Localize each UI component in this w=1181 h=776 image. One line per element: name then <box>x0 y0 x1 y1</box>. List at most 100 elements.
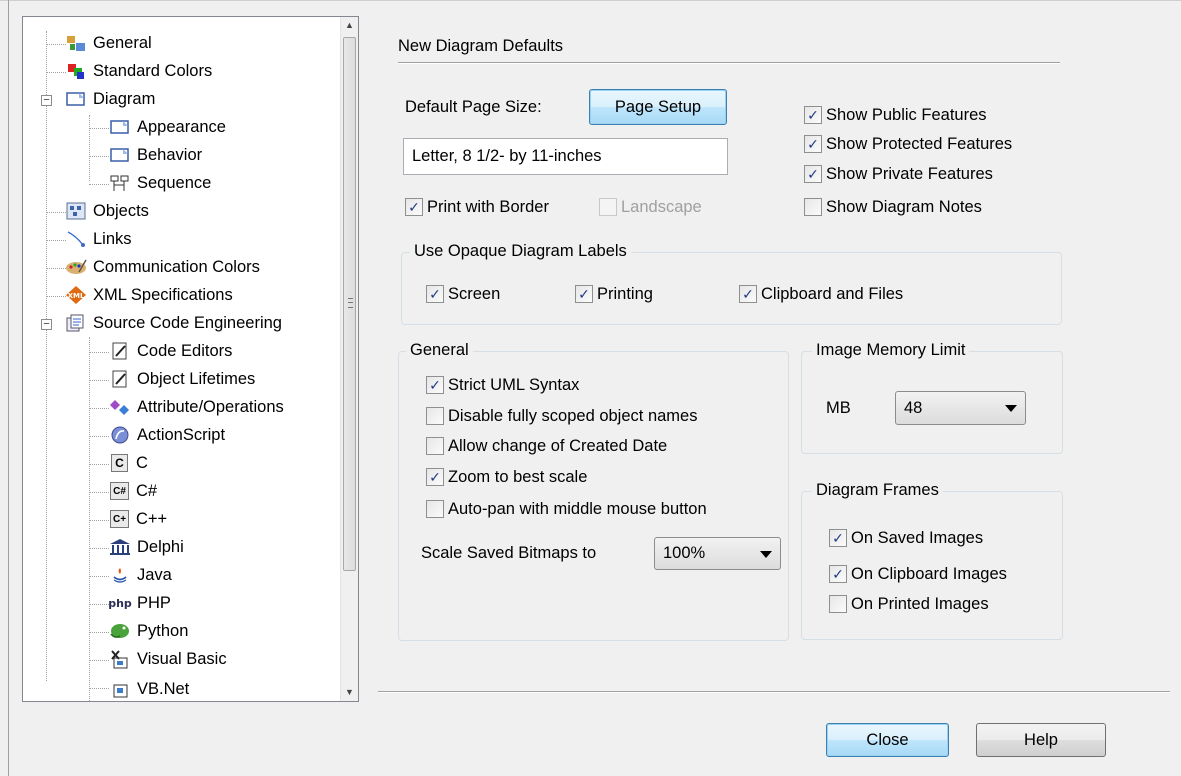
tree-item-label: Delphi <box>137 537 184 556</box>
show-protected-features-checkbox[interactable]: ✓ Show Protected Features <box>804 133 1012 155</box>
tree-item-behavior[interactable]: Behavior <box>109 143 202 167</box>
tree-item-vbnet[interactable]: VB.Net <box>109 677 189 701</box>
landscape-checkbox[interactable]: Landscape <box>599 196 702 218</box>
window-left-edge <box>8 0 9 776</box>
tree-connector-line <box>89 520 109 521</box>
tree-connector-line <box>46 296 66 297</box>
checkbox-box: ✓ <box>405 198 423 216</box>
tree-item-appearance[interactable]: Appearance <box>109 115 226 139</box>
tree-item-label: Python <box>137 621 189 640</box>
scroll-thumb[interactable] <box>343 37 356 571</box>
vbnet-icon <box>109 679 131 699</box>
disable-scoped-names-checkbox[interactable]: Disable fully scoped object names <box>426 405 697 427</box>
tree-item-label: Appearance <box>137 117 226 136</box>
tree-item-csharp[interactable]: C# C# <box>109 479 157 503</box>
frames-saved-checkbox[interactable]: ✓ On Saved Images <box>829 527 983 549</box>
tree-item-actionscript[interactable]: ActionScript <box>109 423 225 447</box>
zoom-best-scale-checkbox[interactable]: ✓ Zoom to best scale <box>426 466 587 488</box>
strict-uml-checkbox[interactable]: ✓ Strict UML Syntax <box>426 374 579 396</box>
tree-item-visual-basic[interactable]: Visual Basic <box>109 647 227 671</box>
collapse-source-code-toggle[interactable]: − <box>41 319 52 330</box>
collapse-diagram-toggle[interactable]: − <box>41 95 52 106</box>
page-size-label: Default Page Size: <box>405 98 542 116</box>
colors-icon <box>65 61 87 81</box>
tree-item-label: C <box>136 453 148 472</box>
tree-item-communication-colors[interactable]: Communication Colors <box>65 255 260 279</box>
tree-item-links[interactable]: Links <box>65 227 132 251</box>
tree-connector-line <box>89 184 109 185</box>
checkbox-label: Disable fully scoped object names <box>448 406 698 425</box>
checkbox-box: ✓ <box>829 565 847 583</box>
opaque-printing-checkbox[interactable]: ✓ Printing <box>575 283 653 305</box>
allow-created-date-checkbox[interactable]: Allow change of Created Date <box>426 435 667 457</box>
links-icon <box>65 229 87 249</box>
scroll-up-arrow-icon[interactable]: ▲ <box>341 17 358 34</box>
python-icon <box>109 621 131 641</box>
checkbox-box: ✓ <box>426 285 444 303</box>
source-code-icon <box>65 313 87 333</box>
tree-item-sequence[interactable]: Sequence <box>109 171 211 195</box>
checkbox-box: ✓ <box>804 135 822 153</box>
tree-item-python[interactable]: Python <box>109 619 188 643</box>
frames-printed-checkbox[interactable]: On Printed Images <box>829 593 989 615</box>
check-mark-icon: ✓ <box>832 530 844 546</box>
tree-item-cpp[interactable]: C+ C++ <box>109 507 167 531</box>
tree-item-c[interactable]: C C <box>109 451 148 475</box>
opaque-clipboard-checkbox[interactable]: ✓ Clipboard and Files <box>739 283 903 305</box>
tree-connector-line <box>89 156 109 157</box>
options-tree[interactable]: General Standard Colors − Diagram Appear… <box>22 16 359 702</box>
scale-bitmaps-select[interactable]: 100% <box>654 537 781 570</box>
show-public-features-checkbox[interactable]: ✓ Show Public Features <box>804 104 987 126</box>
tree-item-diagram[interactable]: Diagram <box>65 87 155 111</box>
select-value: 48 <box>904 398 923 417</box>
tree-item-label: Objects <box>93 201 149 220</box>
scroll-down-arrow-icon[interactable]: ▼ <box>341 684 358 701</box>
tree-connector-line <box>89 352 109 353</box>
print-with-border-checkbox[interactable]: ✓ Print with Border <box>405 196 549 218</box>
page-setup-button[interactable]: Page Setup <box>589 89 727 125</box>
tree-item-label: Sequence <box>137 173 212 192</box>
checkbox-label: Auto-pan with middle mouse button <box>448 499 707 518</box>
tree-item-delphi[interactable]: Delphi <box>109 535 184 559</box>
window-top-edge <box>0 0 1181 1</box>
tree-item-php[interactable]: php PHP <box>108 591 171 615</box>
help-button[interactable]: Help <box>976 723 1106 757</box>
tree-item-objects[interactable]: Objects <box>65 199 149 223</box>
tree-item-label: XML Specifications <box>93 285 233 304</box>
show-private-features-checkbox[interactable]: ✓ Show Private Features <box>804 163 993 185</box>
checkbox-label: Landscape <box>621 197 702 216</box>
scale-bitmaps-label: Scale Saved Bitmaps to <box>421 544 597 562</box>
tree-item-object-lifetimes[interactable]: Object Lifetimes <box>109 367 255 391</box>
checkbox-label: On Saved Images <box>851 528 984 547</box>
checkbox-box <box>426 407 444 425</box>
tree-item-attribute-operations[interactable]: Attribute/Operations <box>109 395 284 419</box>
tree-item-label: Behavior <box>137 145 203 164</box>
checkbox-label: Print with Border <box>427 197 549 216</box>
close-button[interactable]: Close <box>826 723 949 757</box>
c-icon: C <box>111 454 128 472</box>
footer-divider <box>378 691 1170 693</box>
memory-unit-label: MB <box>826 399 851 417</box>
opaque-screen-checkbox[interactable]: ✓ Screen <box>426 283 500 305</box>
tree-item-code-editors[interactable]: Code Editors <box>109 339 232 363</box>
tree-item-general[interactable]: General <box>65 31 152 55</box>
tree-item-label: Code Editors <box>137 341 233 360</box>
auto-pan-checkbox[interactable]: Auto-pan with middle mouse button <box>426 498 707 520</box>
tree-item-xml-specifications[interactable]: XML XML Specifications <box>65 283 233 307</box>
tree-item-java[interactable]: Java <box>109 563 172 587</box>
sequence-icon <box>109 173 131 193</box>
cpp-icon: C+ <box>110 510 129 528</box>
tree-item-label: Links <box>93 229 132 248</box>
tree-connector-line <box>89 380 109 381</box>
check-mark-icon: ✓ <box>408 199 420 215</box>
tree-item-standard-colors[interactable]: Standard Colors <box>65 59 212 83</box>
tree-item-label: Attribute/Operations <box>137 397 284 416</box>
group-title: Diagram Frames <box>812 481 943 500</box>
tree-item-source-code-engineering[interactable]: Source Code Engineering <box>65 311 282 335</box>
page-size-field[interactable]: Letter, 8 1/2- by 11-inches <box>403 138 728 175</box>
memory-limit-select[interactable]: 48 <box>895 391 1026 425</box>
frames-clipboard-checkbox[interactable]: ✓ On Clipboard Images <box>829 563 1007 585</box>
check-mark-icon: ✓ <box>807 166 819 182</box>
show-diagram-notes-checkbox[interactable]: Show Diagram Notes <box>804 196 982 218</box>
tree-scrollbar[interactable]: ▲ ▼ <box>340 17 358 701</box>
